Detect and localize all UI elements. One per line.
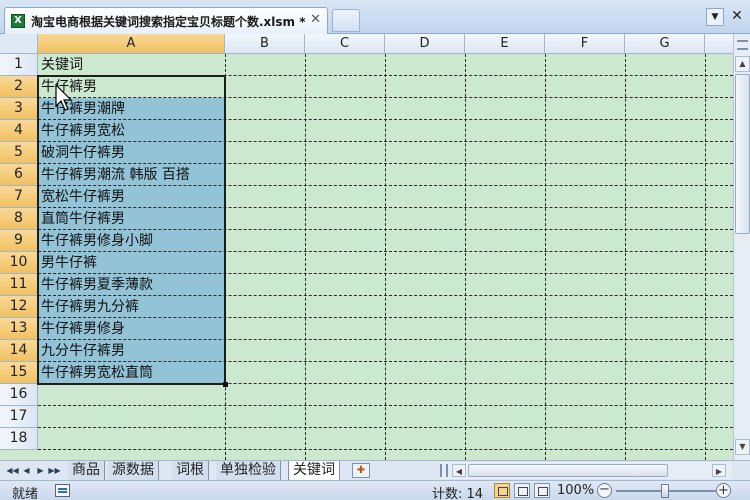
window-close-icon[interactable]: ✕ (728, 8, 746, 26)
row-header-17[interactable]: 17 (0, 406, 38, 428)
gridline-vertical (305, 54, 306, 460)
cell-keyword[interactable]: 牛仔裤男宽松 (41, 120, 125, 142)
row-header-13[interactable]: 13 (0, 318, 38, 340)
gridline-vertical (385, 54, 386, 460)
workbook-title: 淘宝电商根据关键词搜索指定宝贝标题个数.xlsm * (31, 15, 306, 29)
row-header-5[interactable]: 5 (0, 142, 38, 164)
select-all-corner[interactable] (0, 34, 38, 54)
new-tab-button[interactable] (332, 9, 360, 32)
prev-sheet-icon[interactable]: ◀ (20, 464, 33, 478)
row-header-2[interactable]: 2 (0, 76, 38, 98)
cell-keyword[interactable]: 牛仔裤男九分裤 (41, 296, 139, 318)
scroll-left-icon[interactable]: ◀ (452, 464, 466, 477)
first-sheet-icon[interactable]: ◀◀ (6, 464, 19, 478)
column-header-f[interactable]: F (545, 34, 625, 54)
gridline-vertical (465, 54, 466, 460)
cell-keyword[interactable]: 牛仔裤男修身 (41, 318, 125, 340)
status-ready-text: 就绪 (12, 487, 39, 500)
row-header-18[interactable]: 18 (0, 428, 38, 450)
cell-keyword[interactable]: 牛仔裤男夏季薄款 (41, 274, 153, 296)
scroll-right-icon[interactable]: ▶ (712, 464, 726, 477)
zoom-in-icon[interactable]: + (716, 483, 731, 498)
normal-view-icon[interactable] (494, 483, 510, 498)
column-header-g[interactable]: G (625, 34, 705, 54)
cell-keyword[interactable]: 牛仔裤男潮流 韩版 百搭 (41, 164, 190, 186)
cell-keyword[interactable]: 九分牛仔裤男 (41, 340, 125, 362)
zoom-slider-thumb[interactable] (661, 484, 669, 498)
sheet-tab-bar: ◀◀ ◀ ▶ ▶▶ 商品 源数据 词根 单独检验 关键词 ✚ ◀ ▶ (0, 460, 750, 480)
worksheet-grid[interactable]: ABCDEFG 1 2 3 4 5 6 7 8 9 10 11 12 13 14 15 16 17 18 关键词牛… (0, 34, 733, 460)
status-count: 计数: 14 (432, 487, 484, 500)
sheet-tab[interactable]: 词根 (172, 461, 209, 480)
gridline-vertical (545, 54, 546, 460)
zoom-out-icon[interactable]: − (597, 483, 612, 498)
macro-record-icon[interactable] (55, 484, 70, 497)
next-sheet-icon[interactable]: ▶ (34, 464, 47, 478)
row-header-7[interactable]: 7 (0, 186, 38, 208)
insert-sheet-icon[interactable]: ✚ (352, 463, 370, 478)
horizontal-scroll-thumb[interactable] (468, 464, 668, 477)
row-header-6[interactable]: 6 (0, 164, 38, 186)
column-header-a[interactable]: A (38, 34, 225, 54)
close-tab-icon[interactable]: ✕ (310, 12, 321, 27)
scroll-down-icon[interactable]: ▼ (735, 439, 750, 455)
gridline-vertical (705, 54, 706, 460)
gridline-vertical (625, 54, 626, 460)
column-header-partial[interactable] (705, 34, 733, 54)
gridline-horizontal (38, 449, 733, 450)
row-header-3[interactable]: 3 (0, 98, 38, 120)
cell-keyword[interactable]: 牛仔裤男潮牌 (41, 98, 125, 120)
workbook-tab[interactable]: X 淘宝电商根据关键词搜索指定宝贝标题个数.xlsm * ✕ (4, 7, 328, 34)
column-header-b[interactable]: B (225, 34, 305, 54)
zoom-level[interactable]: 100% (557, 483, 594, 498)
cell-keyword[interactable]: 直筒牛仔裤男 (41, 208, 125, 230)
window-menu-dropdown-icon[interactable]: ▼ (706, 8, 724, 26)
fill-handle[interactable] (223, 382, 228, 387)
gridline-horizontal (38, 405, 733, 406)
row-header-1[interactable]: 1 (0, 54, 38, 76)
status-bar: 就绪 计数: 14 100% − + (0, 480, 750, 500)
mouse-pointer-icon (55, 84, 73, 111)
sheet-tab[interactable]: 源数据 (108, 461, 159, 480)
column-header-c[interactable]: C (305, 34, 385, 54)
last-sheet-icon[interactable]: ▶▶ (48, 464, 61, 478)
row-header-11[interactable]: 11 (0, 274, 38, 296)
page-layout-view-icon[interactable] (514, 483, 530, 498)
column-header-d[interactable]: D (385, 34, 465, 54)
cell-keyword[interactable]: 破洞牛仔裤男 (41, 142, 125, 164)
cell-keyword[interactable]: 宽松牛仔裤男 (41, 186, 125, 208)
cell-keyword[interactable]: 男牛仔裤 (41, 252, 97, 274)
sheet-tab[interactable]: 关键词 (288, 461, 340, 480)
scroll-up-icon[interactable]: ▲ (735, 56, 750, 72)
row-header-8[interactable]: 8 (0, 208, 38, 230)
tab-split-handle-icon[interactable] (440, 464, 448, 477)
row-header-15[interactable]: 15 (0, 362, 38, 384)
cell-keyword[interactable]: 牛仔裤男修身小脚 (41, 230, 153, 252)
split-handle-icon[interactable] (737, 40, 748, 50)
page-break-preview-icon[interactable] (534, 483, 550, 498)
vertical-scroll-thumb[interactable] (735, 74, 750, 234)
horizontal-scrollbar[interactable]: ◀ ▶ (440, 462, 732, 479)
sheet-tab[interactable]: 单独检验 (216, 461, 281, 480)
gridline-horizontal (38, 427, 733, 428)
row-header-14[interactable]: 14 (0, 340, 38, 362)
workbook-tab-bar: X 淘宝电商根据关键词搜索指定宝贝标题个数.xlsm * ✕ ▼ ✕ (0, 0, 750, 34)
sheet-tab[interactable]: 商品 (68, 461, 105, 480)
row-header-10[interactable]: 10 (0, 252, 38, 274)
excel-file-icon: X (11, 14, 25, 28)
row-header-12[interactable]: 12 (0, 296, 38, 318)
row-header-16[interactable]: 16 (0, 384, 38, 406)
cell-header-keyword[interactable]: 关键词 (41, 54, 83, 76)
row-header-4[interactable]: 4 (0, 120, 38, 142)
cell-keyword[interactable]: 牛仔裤男宽松直筒 (41, 362, 153, 384)
vertical-scrollbar[interactable]: ▲ ▼ (733, 34, 750, 460)
column-header-e[interactable]: E (465, 34, 545, 54)
row-header-9[interactable]: 9 (0, 230, 38, 252)
